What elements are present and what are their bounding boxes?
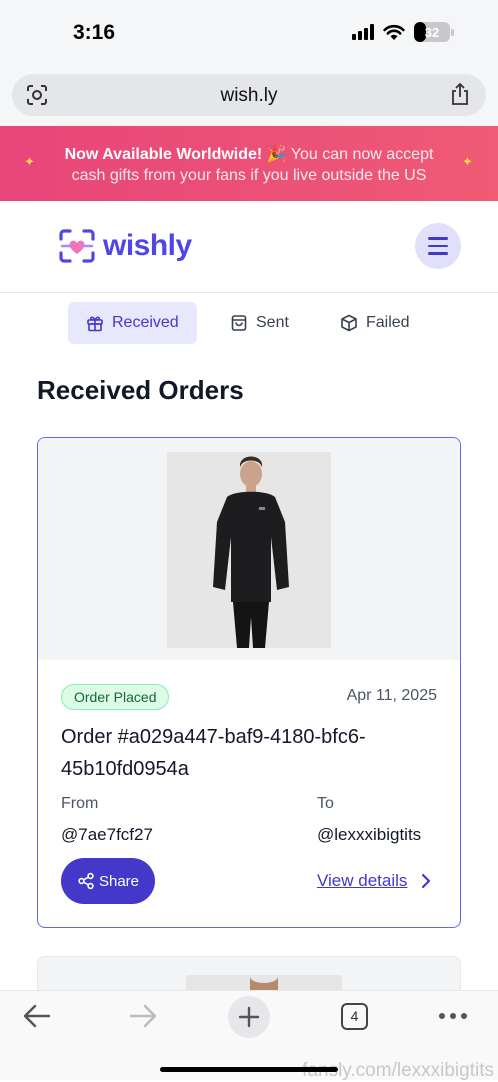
browser-toolbar: wish.ly bbox=[0, 66, 498, 126]
share-page-icon[interactable] bbox=[449, 82, 471, 106]
status-time: 3:16 bbox=[73, 21, 116, 44]
view-details-label: View details bbox=[317, 871, 408, 890]
promo-text: You can now accept bbox=[290, 146, 434, 163]
wishly-logo[interactable]: wishly bbox=[57, 227, 192, 265]
view-details-link[interactable]: View details bbox=[317, 871, 431, 891]
share-icon bbox=[78, 872, 94, 890]
wifi-icon bbox=[383, 24, 405, 40]
more-options-icon[interactable] bbox=[439, 1013, 467, 1019]
wishly-logo-icon bbox=[59, 229, 95, 263]
order-id: Order #a029a447-baf9-4180-bfc6-45b10fd09… bbox=[61, 726, 366, 780]
battery-level: 32 bbox=[424, 24, 440, 40]
status-bar: 3:16 32 bbox=[0, 0, 498, 66]
tab-sent[interactable]: Sent bbox=[230, 302, 289, 344]
tab-failed[interactable]: Failed bbox=[340, 302, 410, 344]
promo-text-continued: cash gifts from your fans if you live ou… bbox=[71, 167, 427, 184]
order-date: Apr 11, 2025 bbox=[346, 687, 437, 704]
browser-bottom-bar: 4 fansly.com/lexxxibigtits bbox=[0, 990, 498, 1081]
back-arrow-icon[interactable] bbox=[22, 1003, 52, 1029]
box-icon bbox=[341, 314, 357, 332]
url-text: wish.ly bbox=[220, 85, 278, 106]
site-header: wishly bbox=[0, 201, 498, 293]
logo-text: wishly bbox=[103, 229, 192, 262]
home-indicator[interactable] bbox=[160, 1067, 338, 1072]
gift-icon bbox=[87, 316, 103, 332]
cellular-signal-icon bbox=[352, 24, 374, 40]
order-tabs: Received Sent Failed bbox=[0, 302, 498, 344]
plus-icon bbox=[238, 1006, 260, 1028]
promo-headline: Now Available Worldwide! 🎉 bbox=[64, 146, 287, 163]
product-image-area bbox=[38, 438, 460, 660]
from-value: @7ae7fcf27 bbox=[61, 825, 153, 844]
battery-icon: 32 bbox=[414, 22, 454, 42]
tab-received[interactable]: Received bbox=[68, 302, 197, 344]
tab-label: Received bbox=[112, 314, 179, 331]
address-bar[interactable]: wish.ly bbox=[12, 74, 486, 116]
share-button[interactable]: Share bbox=[61, 858, 155, 904]
share-label: Share bbox=[98, 872, 140, 890]
chevron-right-icon bbox=[422, 873, 431, 889]
page-title: Received Orders bbox=[37, 375, 244, 405]
tab-label: Failed bbox=[366, 314, 410, 331]
status-icons: 32 bbox=[352, 22, 454, 42]
shopping-bag-icon bbox=[231, 315, 247, 331]
promo-banner: ✦ ✦ Now Available Worldwide! 🎉 You can n… bbox=[0, 126, 498, 201]
new-tab-button[interactable] bbox=[228, 996, 270, 1038]
to-label: To bbox=[317, 795, 334, 812]
forward-arrow-icon[interactable] bbox=[128, 1003, 158, 1029]
tabs-overview-button[interactable]: 4 bbox=[341, 1003, 368, 1030]
to-value: @lexxxibigtits bbox=[317, 825, 422, 844]
status-badge: Order Placed bbox=[61, 684, 170, 710]
hamburger-menu-button[interactable] bbox=[415, 223, 461, 269]
from-label: From bbox=[61, 795, 99, 812]
product-image bbox=[167, 452, 331, 648]
order-card[interactable]: Order Placed Apr 11, 2025 Order #a029a44… bbox=[37, 437, 461, 928]
tab-label: Sent bbox=[256, 314, 289, 331]
